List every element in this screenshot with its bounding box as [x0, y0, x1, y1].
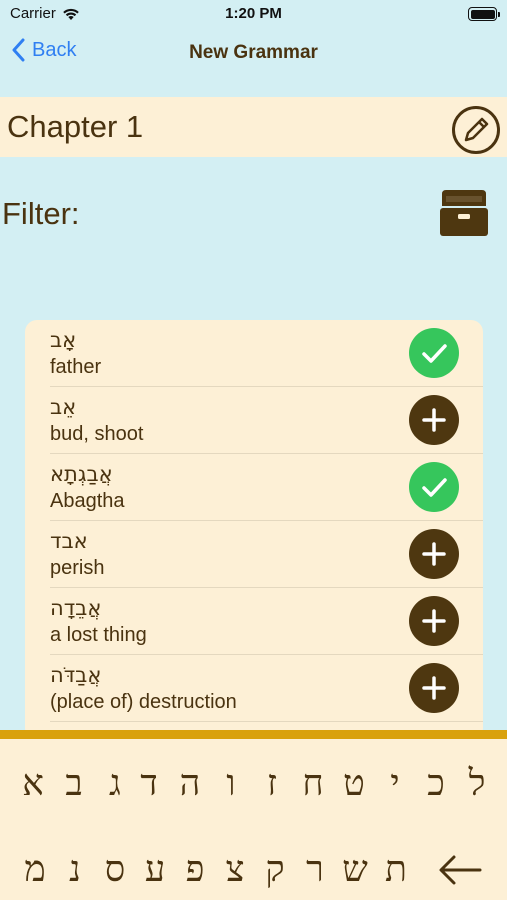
key-lamed[interactable]: ל — [455, 749, 499, 819]
word-english: a lost thing — [50, 624, 147, 646]
word-english: Abagtha — [50, 490, 125, 512]
key-alef[interactable]: א — [11, 749, 55, 819]
add-word-button[interactable] — [409, 529, 459, 579]
chapter-title: Chapter 1 — [7, 109, 144, 144]
plus-icon — [422, 609, 446, 633]
word-english: bud, shoot — [50, 423, 144, 445]
backspace-arrow-icon[interactable] — [436, 835, 486, 900]
list-item[interactable]: אבד perish — [25, 521, 483, 588]
divider — [50, 721, 483, 722]
key-ayin[interactable]: ע — [133, 835, 177, 900]
word-hebrew: אָב — [50, 328, 77, 352]
key-zayin[interactable]: ז — [250, 749, 294, 819]
word-english: (place of) destruction — [50, 691, 237, 713]
key-shin[interactable]: ש — [333, 835, 377, 900]
checkmark-icon — [422, 344, 447, 363]
list-item[interactable]: אֵב bud, shoot — [25, 387, 483, 454]
chapter-header: Chapter 1 — [0, 97, 507, 157]
list-item[interactable]: אֲבַגְתָא Abagtha — [25, 454, 483, 521]
key-tet[interactable]: ט — [332, 749, 376, 819]
word-hebrew: אֲבַגְתָא — [50, 462, 113, 486]
status-bar: Carrier 1:20 PM — [0, 0, 507, 30]
list-item[interactable]: אֲבֵדָה a lost thing — [25, 588, 483, 655]
key-pe[interactable]: פ — [173, 835, 217, 900]
added-checkmark-button[interactable] — [409, 462, 459, 512]
key-het[interactable]: ח — [291, 749, 335, 819]
word-hebrew: אבד — [50, 529, 88, 553]
word-english: father — [50, 356, 102, 378]
edit-pencil-icon[interactable] — [451, 105, 501, 155]
key-nun[interactable]: נ — [53, 835, 97, 900]
added-checkmark-button[interactable] — [409, 328, 459, 378]
hebrew-keyboard: ל כ י ט ח ז ו ה ד ג ב א ת ש ר ק צ פ ע ס … — [0, 730, 507, 900]
key-tsadi[interactable]: צ — [213, 835, 257, 900]
key-yod[interactable]: י — [373, 749, 417, 819]
key-samekh[interactable]: ס — [93, 835, 137, 900]
battery-icon — [468, 7, 500, 21]
key-gimel[interactable]: ג — [93, 749, 137, 819]
add-word-button[interactable] — [409, 596, 459, 646]
key-resh[interactable]: ר — [293, 835, 337, 900]
word-hebrew: אֲבַדֹּה — [50, 663, 102, 687]
plus-icon — [422, 408, 446, 432]
add-word-button[interactable] — [409, 663, 459, 713]
nav-title: New Grammar — [189, 42, 318, 63]
key-qof[interactable]: ק — [253, 835, 297, 900]
archive-box-icon[interactable] — [438, 188, 490, 238]
keyboard-row-1: ל כ י ט ח ז ו ה ד ג ב א — [0, 749, 507, 819]
word-list: אָב father אֵב bud, shoot אֲבַגְתָא Abag… — [25, 320, 483, 740]
navigation-bar: Back New Grammar — [0, 30, 507, 74]
checkmark-icon — [422, 478, 447, 497]
key-kaf[interactable]: כ — [414, 749, 458, 819]
key-vav[interactable]: ו — [209, 749, 253, 819]
word-hebrew: אֲבֵדָה — [50, 596, 102, 620]
list-item[interactable]: אָב father — [25, 320, 483, 387]
key-he[interactable]: ה — [168, 749, 212, 819]
add-word-button[interactable] — [409, 395, 459, 445]
key-mem[interactable]: מ — [13, 835, 57, 900]
word-english: perish — [50, 557, 105, 579]
key-tav[interactable]: ת — [374, 835, 418, 900]
word-hebrew: אֵב — [50, 395, 77, 419]
keyboard-row-2: ת ש ר ק צ פ ע ס נ מ — [0, 835, 507, 900]
filter-label: Filter: — [2, 196, 80, 231]
list-item[interactable]: אֲבַדֹּה (place of) destruction — [25, 655, 483, 722]
key-bet[interactable]: ב — [52, 749, 96, 819]
status-time: 1:20 PM — [225, 5, 282, 22]
plus-icon — [422, 676, 446, 700]
plus-icon — [422, 542, 446, 566]
